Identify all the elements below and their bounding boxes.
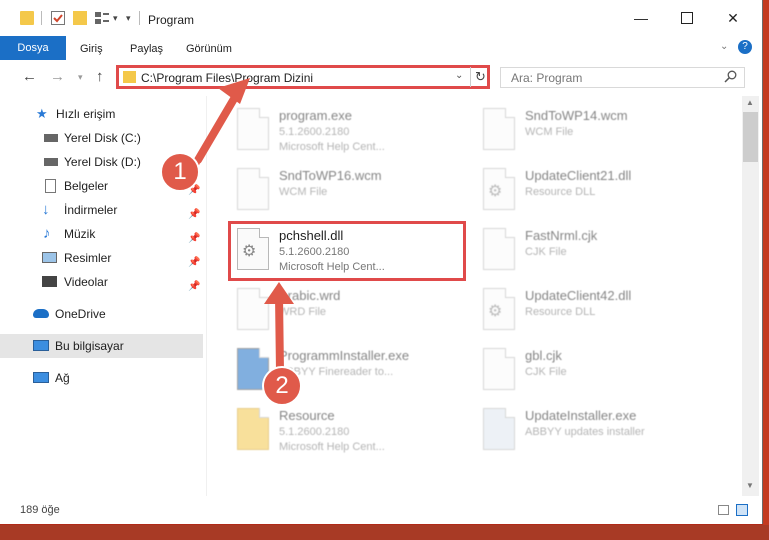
arrow-2 — [275, 292, 284, 376]
step-badge-1: 1 — [160, 152, 200, 192]
arrow-1 — [194, 88, 242, 164]
annotation-arrows — [194, 78, 294, 376]
step-badge-2: 2 — [262, 366, 302, 406]
arrow-2-head — [264, 282, 294, 304]
